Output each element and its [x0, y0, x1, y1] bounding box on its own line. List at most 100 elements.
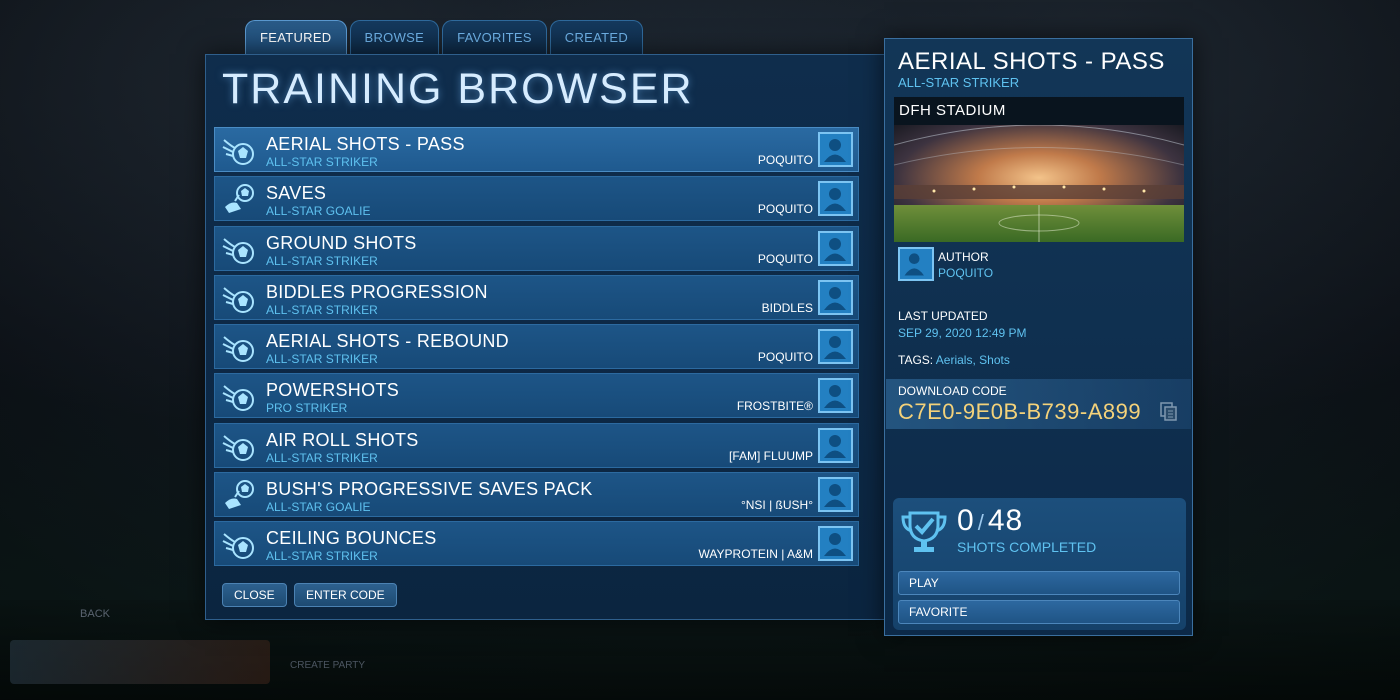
- striker-icon: [221, 430, 257, 464]
- row-difficulty: ALL-STAR STRIKER: [266, 302, 378, 317]
- person-icon: [824, 139, 846, 162]
- author-avatar: [818, 378, 853, 414]
- training-row[interactable]: AERIAL SHOTS - PASS ALL-STAR STRIKER POQUI…: [214, 127, 859, 172]
- tags-label: TAGS:: [898, 353, 934, 367]
- shots-count: 0/48: [957, 504, 1023, 538]
- person-icon: [824, 484, 846, 508]
- row-author: POQUITO: [757, 251, 813, 266]
- player-banner: [10, 640, 270, 684]
- shots-completed-label: SHOTS COMPLETED: [957, 539, 1097, 555]
- striker-icon: [221, 233, 257, 267]
- row-difficulty: ALL-STAR STRIKER: [266, 450, 378, 465]
- author-avatar: [898, 247, 934, 281]
- tab-created[interactable]: CREATED: [549, 20, 644, 54]
- enter-code-button[interactable]: ENTER CODE: [294, 583, 397, 607]
- favorite-button[interactable]: FAVORITE: [898, 600, 1180, 624]
- person-icon: [904, 253, 924, 276]
- row-name: CEILING BOUNCES: [266, 528, 437, 549]
- author-avatar: [818, 181, 853, 217]
- author-avatar: [818, 526, 853, 562]
- updated-label: LAST UPDATED: [898, 309, 988, 323]
- download-code-band: DOWNLOAD CODE C7E0-9E0B-B739-A899: [886, 379, 1191, 429]
- row-author: FROSTBITE®: [736, 399, 813, 414]
- training-row[interactable]: BUSH'S PROGRESSIVE SAVES PACK ALL-STAR GO…: [214, 472, 859, 518]
- person-icon: [824, 533, 846, 557]
- person-icon: [824, 237, 846, 261]
- play-button[interactable]: PLAY: [898, 571, 1180, 595]
- detail-difficulty: ALL-STAR STRIKER: [898, 75, 1020, 90]
- striker-icon: [221, 331, 257, 365]
- tags: TAGS: Aerials, Shots: [898, 353, 1010, 367]
- person-icon: [824, 434, 846, 458]
- copy-icon[interactable]: [1160, 402, 1178, 422]
- row-author: POQUITO: [757, 202, 813, 217]
- goalie-icon: [221, 479, 257, 513]
- person-icon: [824, 336, 846, 360]
- row-name: POWERSHOTS: [266, 380, 400, 401]
- row-difficulty: PRO STRIKER: [266, 401, 348, 416]
- row-difficulty: ALL-STAR STRIKER: [266, 352, 378, 367]
- person-icon: [824, 188, 846, 212]
- row-author: BIDDLES: [761, 300, 813, 315]
- row-name: BUSH'S PROGRESSIVE SAVES PACK: [266, 479, 593, 500]
- browser-tabs: FEATURED BROWSE FAVORITES CREATED: [245, 20, 644, 54]
- row-difficulty: ALL-STAR STRIKER: [266, 549, 378, 564]
- author-avatar: [818, 279, 853, 315]
- row-difficulty: ALL-STAR STRIKER: [266, 155, 378, 169]
- row-difficulty: ALL-STAR GOALIE: [266, 500, 371, 515]
- author-label: AUTHOR: [938, 250, 989, 264]
- party-hint: CREATE PARTY: [290, 660, 366, 671]
- author-avatar: [818, 132, 853, 167]
- row-name: AERIAL SHOTS - REBOUND: [266, 331, 509, 352]
- code-label: DOWNLOAD CODE: [898, 384, 1007, 398]
- shots-total: 48: [987, 504, 1024, 537]
- training-row[interactable]: AERIAL SHOTS - REBOUND ALL-STAR STRIKER PO…: [214, 324, 859, 370]
- row-author: [FAM] FLUUMP: [728, 448, 813, 463]
- row-name: AIR ROLL SHOTS: [266, 429, 419, 450]
- detail-title: AERIAL SHOTS - PASS: [898, 48, 1165, 75]
- row-author: POQUITO: [757, 153, 813, 167]
- author-avatar: [818, 477, 853, 513]
- row-author: °NSI | ßUSH°: [740, 498, 813, 513]
- tags-value: Aerials, Shots: [935, 353, 1010, 367]
- tab-browse[interactable]: BROWSE: [349, 20, 440, 54]
- author-name[interactable]: POQUITO: [938, 266, 993, 280]
- striker-icon: [221, 282, 257, 316]
- author-avatar: [818, 427, 853, 463]
- training-row[interactable]: BIDDLES PROGRESSION ALL-STAR STRIKER BIDDL…: [214, 274, 859, 320]
- row-name: SAVES: [266, 183, 327, 204]
- trophy-icon: [901, 511, 947, 552]
- goalie-icon: [221, 183, 257, 217]
- page-title: TRAINING BROWSER: [222, 65, 694, 113]
- striker-icon: [221, 528, 257, 562]
- person-icon: [824, 385, 846, 409]
- training-row[interactable]: AIR ROLL SHOTS ALL-STAR STRIKER [FAM] FLUU…: [214, 422, 859, 468]
- training-browser-panel: TRAINING BROWSER AERIAL SHOTS - PASS ALL-…: [205, 54, 885, 620]
- training-row[interactable]: POWERSHOTS PRO STRIKER FROSTBITE®: [214, 373, 859, 419]
- arena-image: [894, 125, 1184, 242]
- row-difficulty: ALL-STAR STRIKER: [266, 253, 378, 268]
- author-avatar: [818, 329, 853, 365]
- count-separator: /: [977, 510, 985, 535]
- progress-box: 0/48 SHOTS COMPLETED PLAY FAVORITE: [893, 498, 1186, 630]
- person-icon: [824, 286, 846, 310]
- striker-icon: [221, 380, 257, 414]
- tab-featured[interactable]: FEATURED: [245, 20, 347, 54]
- close-button[interactable]: CLOSE: [222, 583, 287, 607]
- row-name: AERIAL SHOTS - PASS: [266, 134, 465, 154]
- training-row[interactable]: GROUND SHOTS ALL-STAR STRIKER POQUITO: [214, 225, 859, 271]
- pack-detail-panel: AERIAL SHOTS - PASS ALL-STAR STRIKER DFH…: [884, 38, 1193, 636]
- training-row[interactable]: CEILING BOUNCES ALL-STAR STRIKER WAYPROTEI…: [214, 521, 859, 567]
- row-name: BIDDLES PROGRESSION: [266, 281, 488, 302]
- shots-completed: 0: [957, 504, 975, 537]
- tab-favorites[interactable]: FAVORITES: [442, 20, 547, 54]
- row-difficulty: ALL-STAR GOALIE: [266, 204, 371, 219]
- row-name: GROUND SHOTS: [266, 232, 417, 253]
- striker-icon: [221, 134, 257, 168]
- arena-preview: DFH STADIUM: [894, 97, 1184, 242]
- row-author: WAYPROTEIN | A&M: [698, 547, 813, 562]
- download-code: C7E0-9E0B-B739-A899: [898, 399, 1142, 424]
- row-author: POQUITO: [757, 350, 813, 365]
- training-row[interactable]: SAVES ALL-STAR GOALIE POQUITO: [214, 176, 859, 222]
- updated-value: SEP 29, 2020 12:49 PM: [898, 326, 1027, 340]
